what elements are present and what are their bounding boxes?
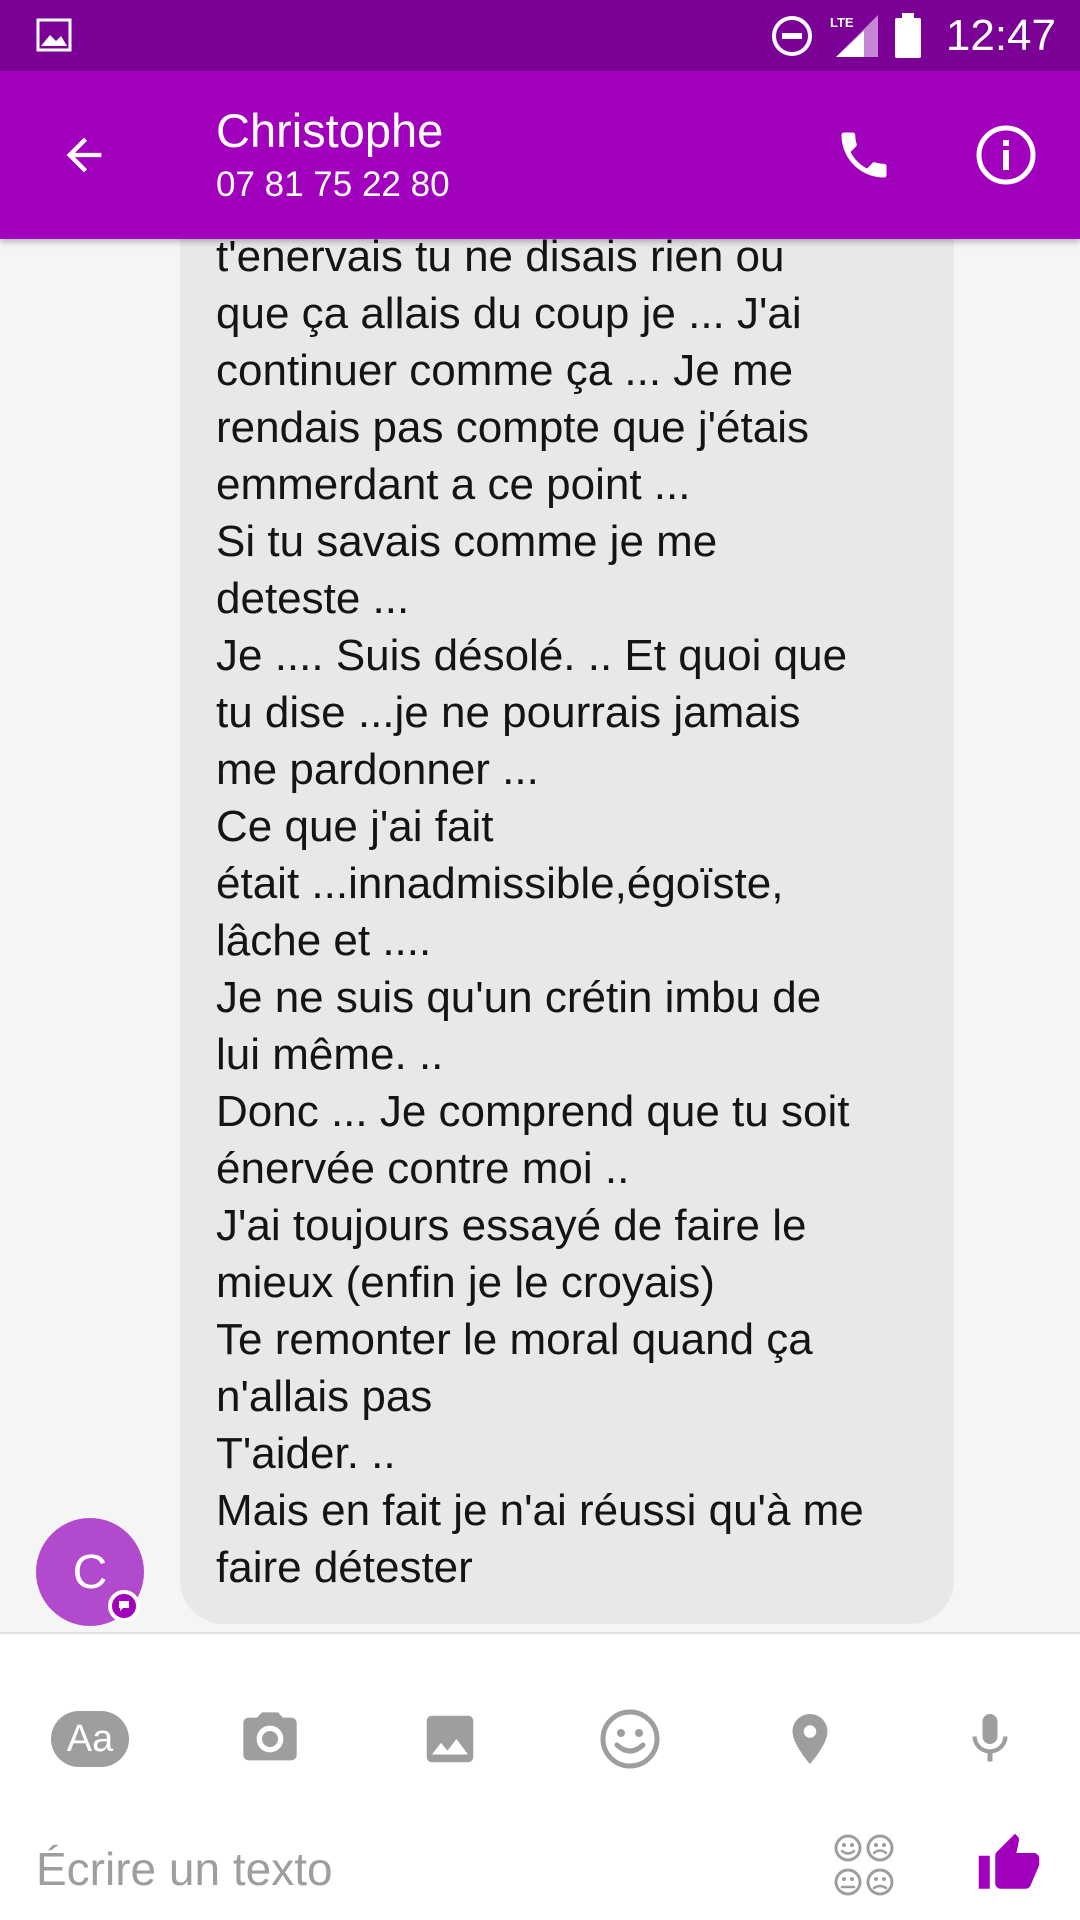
message-line: Je .... Suis désolé. .. Et quoi que: [216, 631, 848, 680]
avatar-initial: C: [72, 1545, 108, 1599]
conversation-header: Christophe 07 81 75 22 80: [0, 71, 1080, 239]
gallery-button[interactable]: [410, 1704, 490, 1774]
stickers-icon[interactable]: [832, 1832, 896, 1898]
message-line: deteste ...: [216, 574, 410, 623]
message-line: Donc ... Je comprend que tu soit: [216, 1087, 850, 1136]
microphone-icon: [972, 1714, 1008, 1762]
phone-icon: [841, 132, 887, 178]
svg-text:LTE: LTE: [830, 15, 854, 30]
battery-icon: [894, 12, 921, 58]
message-bubble[interactable]: t'enervais tu ne disais rien ou que ça al…: [180, 239, 954, 1624]
message-line: n'allais pas: [216, 1372, 433, 1421]
message-line: J'ai toujours essayé de faire le: [216, 1201, 807, 1250]
message-line: me pardonner ...: [216, 745, 539, 794]
message-line: était ...innadmissible,égoïste,: [216, 859, 784, 908]
camera-icon: [243, 1712, 297, 1761]
back-arrow-icon: [66, 137, 102, 173]
location-pin-icon: [792, 1714, 828, 1764]
message-line: lui même. ..: [216, 1030, 444, 1079]
message-line: lâche et ....: [216, 916, 432, 965]
lte-signal-icon: LTE: [830, 14, 878, 57]
message-line: tu dise ...je ne pourrais jamais: [216, 688, 801, 737]
microphone-button[interactable]: [950, 1704, 1030, 1774]
contact-phone-number: 07 81 75 22 80: [216, 165, 450, 204]
composer-toolbar: Aa: [0, 1704, 1080, 1774]
text-format-button[interactable]: Aa: [50, 1704, 130, 1774]
composer: Aa: [0, 1632, 1080, 1920]
message-input[interactable]: [36, 1834, 796, 1904]
location-button[interactable]: [770, 1704, 850, 1774]
clock: 12:47: [945, 10, 1056, 60]
chat-bubble-icon: [119, 1601, 129, 1611]
like-button[interactable]: [974, 1824, 1044, 1904]
message-line: Je ne suis qu'un crétin imbu de: [216, 973, 822, 1022]
message-line: Mais en fait je n'ai réussi qu'à me: [216, 1486, 864, 1535]
call-button[interactable]: [830, 121, 898, 189]
message-line: Ce que j'ai fait: [216, 802, 494, 851]
message-line: rendais pas compte que j'étais: [216, 403, 809, 452]
gallery-notification-icon: [36, 18, 72, 52]
message-line: T'aider. ..: [216, 1429, 396, 1478]
status-icons: LTE 12:47: [770, 0, 1056, 71]
contact-title[interactable]: Christophe 07 81 75 22 80: [216, 103, 450, 207]
camera-button[interactable]: [230, 1704, 310, 1774]
text-format-label: Aa: [66, 1717, 114, 1760]
message-line: énervée contre moi ..: [216, 1144, 630, 1193]
message-line: mieux (enfin je le croyais): [216, 1258, 715, 1307]
gallery-icon: [426, 1715, 474, 1763]
message-input-row: [0, 1824, 1080, 1914]
message-line: Te remonter le moral quand ça: [216, 1315, 813, 1364]
messenger-badge-icon: [108, 1590, 140, 1622]
thumbs-up-icon: [978, 1833, 1040, 1889]
back-button[interactable]: [50, 121, 118, 189]
message-line: continuer comme ça ... Je me: [216, 346, 794, 395]
text-format-icon: Aa: [51, 1711, 129, 1767]
message-line: faire détester: [216, 1543, 473, 1592]
message-line: emmerdant a ce point ...: [216, 460, 691, 509]
do-not-disturb-icon: [771, 15, 812, 56]
status-bar: LTE 12:47: [0, 0, 1080, 71]
emoji-button[interactable]: [590, 1704, 670, 1774]
message-line: que ça allais du coup je ... J'ai: [216, 289, 802, 338]
message-line: Si tu savais comme je me: [216, 517, 718, 566]
message-thread[interactable]: t'enervais tu ne disais rien ou que ça al…: [0, 239, 1080, 1632]
info-icon: [976, 125, 1036, 185]
info-button[interactable]: [972, 121, 1040, 189]
contact-name: Christophe: [216, 104, 444, 157]
emoji-icon: [600, 1709, 660, 1769]
message-line: t'enervais tu ne disais rien ou: [216, 239, 785, 281]
